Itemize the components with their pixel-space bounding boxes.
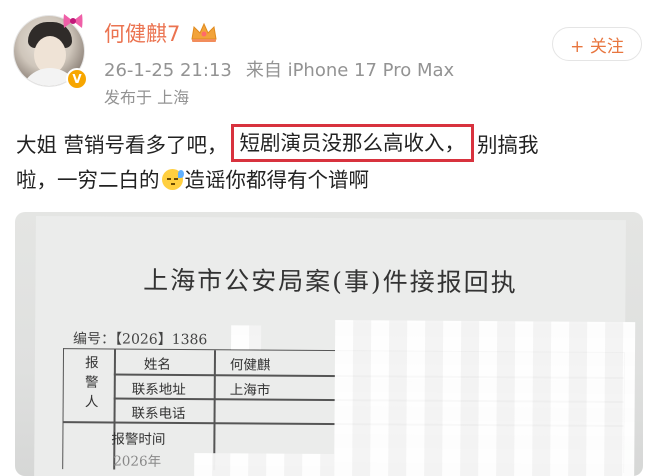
phone-label: 联系电话 <box>131 405 186 422</box>
post-meta: 26-1-25 21:13 来自 iPhone 17 Pro Max <box>104 56 468 82</box>
avatar-area[interactable]: V <box>6 6 90 90</box>
post-text-part2: 别搞我 <box>477 133 539 157</box>
document-paper: 上海市公安局案(事)件接报回执 编号：【2026】1386 报警人 姓名 何健麒… <box>34 215 636 476</box>
reporter-label: 报警人 <box>81 355 98 414</box>
document-number: 编号：【2026】1386 <box>73 331 208 349</box>
pink-bow-icon <box>63 14 83 28</box>
document-title: 上海市公安局案(事)件接报回执 <box>143 265 518 298</box>
username[interactable]: 何健麒7 <box>104 18 180 48</box>
pixelated-redaction-bottom <box>194 453 335 476</box>
post-location: 发布于 上海 <box>104 88 190 107</box>
report-time-label: 报警时间 <box>111 431 166 448</box>
follow-button[interactable]: + 关注 <box>552 27 642 61</box>
post-image[interactable]: 上海市公安局案(事)件接报回执 编号：【2026】1386 报警人 姓名 何健麒… <box>15 212 643 476</box>
post-text-part1: 大姐 营销号看多了吧， <box>16 133 228 157</box>
crown-icon <box>191 22 217 42</box>
report-time-value: 2026年 <box>113 453 162 470</box>
post-text-part3: 啦，一穷二白的 <box>16 168 160 192</box>
highlighted-text: 短剧演员没那么高收入， <box>230 124 475 162</box>
post-source[interactable]: 来自 iPhone 17 Pro Max <box>246 60 454 81</box>
verified-badge: V <box>66 68 88 90</box>
pixelated-redaction <box>334 320 636 476</box>
pixelated-redaction-number <box>231 325 262 350</box>
post-time: 26-1-25 21:13 <box>104 60 232 81</box>
sweat-emoji-icon <box>161 169 184 190</box>
address-value: 上海市 <box>229 382 271 399</box>
post-text: 大姐 营销号看多了吧， 短剧演员没那么高收入， 别搞我 啦，一穷二白的 造谣你都得有个… <box>16 124 646 197</box>
post-text-part4: 造谣你都得有个谱啊 <box>184 168 370 192</box>
address-label: 联系地址 <box>131 381 186 398</box>
name-value: 何健麒 <box>229 357 271 374</box>
name-label: 姓名 <box>143 356 171 373</box>
